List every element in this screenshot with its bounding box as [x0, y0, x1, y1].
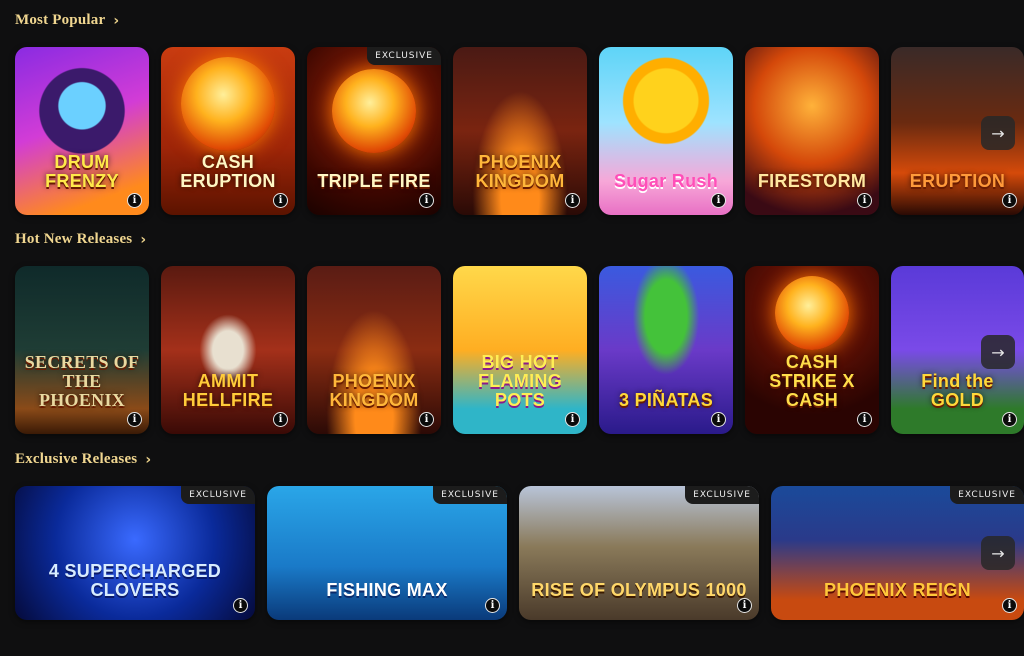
- section-title-exclusive-releases[interactable]: Exclusive Releases ›: [15, 451, 151, 468]
- info-icon[interactable]: i: [273, 193, 288, 208]
- game-title: PHOENIX REIGN: [824, 580, 971, 600]
- info-icon[interactable]: i: [1002, 598, 1017, 613]
- info-icon[interactable]: i: [419, 193, 434, 208]
- exclusive-badge: EXCLUSIVE: [367, 47, 441, 65]
- game-title: BIG HOT FLAMING POTS: [477, 352, 563, 410]
- game-title: 4 SUPERCHARGED CLOVERS: [48, 561, 222, 600]
- game-title: PHOENIX KINGDOM: [475, 152, 565, 191]
- game-title: TRIPLE FIRE: [317, 171, 431, 191]
- game-title: DRUM FRENZY: [45, 152, 119, 191]
- game-tile[interactable]: CASH ERUPTION i: [161, 47, 295, 215]
- game-tile[interactable]: BIG HOT FLAMING POTS i: [453, 266, 587, 434]
- scroll-right-arrow-icon[interactable]: →: [981, 335, 1015, 369]
- exclusive-badge: EXCLUSIVE: [181, 486, 255, 504]
- game-tile[interactable]: EXCLUSIVE TRIPLE FIRE i: [307, 47, 441, 215]
- info-icon[interactable]: i: [127, 193, 142, 208]
- game-tile[interactable]: Sugar Rush i: [599, 47, 733, 215]
- game-title: FISHING MAX: [326, 580, 448, 600]
- game-title: CASH ERUPTION: [180, 152, 276, 191]
- scroll-right-arrow-icon[interactable]: →: [981, 116, 1015, 150]
- game-tile[interactable]: EXCLUSIVE FISHING MAX i: [267, 486, 507, 620]
- game-tile[interactable]: SECRETS OF THE PHOENIX i: [15, 266, 149, 434]
- info-icon[interactable]: i: [857, 412, 872, 427]
- game-title: Sugar Rush: [613, 171, 718, 191]
- info-icon[interactable]: i: [419, 412, 434, 427]
- game-title: CASH STRIKE X CASH: [769, 352, 855, 410]
- game-tile[interactable]: PHOENIX KINGDOM i: [453, 47, 587, 215]
- info-icon[interactable]: i: [565, 412, 580, 427]
- game-tile[interactable]: CASH STRIKE X CASH i: [745, 266, 879, 434]
- chevron-right-icon: ›: [145, 451, 152, 468]
- scroll-right-arrow-icon[interactable]: →: [981, 536, 1015, 570]
- game-tile[interactable]: FIRESTORM i: [745, 47, 879, 215]
- game-tile[interactable]: DRUM FRENZY i: [15, 47, 149, 215]
- info-icon[interactable]: i: [565, 193, 580, 208]
- section-title-most-popular[interactable]: Most Popular ›: [15, 12, 119, 29]
- exclusive-badge: EXCLUSIVE: [685, 486, 759, 504]
- chevron-right-icon: ›: [113, 12, 120, 29]
- exclusive-badge: EXCLUSIVE: [950, 486, 1024, 504]
- section-title-hot-new-releases[interactable]: Hot New Releases ›: [15, 231, 146, 248]
- game-tile[interactable]: AMMIT HELLFIRE i: [161, 266, 295, 434]
- info-icon[interactable]: i: [233, 598, 248, 613]
- game-tile[interactable]: 3 PIÑATAS i: [599, 266, 733, 434]
- chevron-right-icon: ›: [140, 231, 147, 248]
- game-tile[interactable]: EXCLUSIVE RISE OF OLYMPUS 1000 i: [519, 486, 759, 620]
- game-title: Find the GOLD: [921, 371, 994, 410]
- info-icon[interactable]: i: [737, 598, 752, 613]
- section-title-label: Exclusive Releases: [15, 451, 138, 467]
- info-icon[interactable]: i: [857, 193, 872, 208]
- info-icon[interactable]: i: [485, 598, 500, 613]
- game-title: PHOENIX KINGDOM: [329, 371, 419, 410]
- info-icon[interactable]: i: [1002, 193, 1017, 208]
- section-title-label: Hot New Releases: [15, 231, 133, 247]
- info-icon[interactable]: i: [711, 412, 726, 427]
- game-title: AMMIT HELLFIRE: [182, 371, 274, 410]
- game-title: SECRETS OF THE PHOENIX: [24, 352, 140, 410]
- info-icon[interactable]: i: [1002, 412, 1017, 427]
- game-title: ERUPTION: [909, 171, 1006, 191]
- info-icon[interactable]: i: [273, 412, 288, 427]
- info-icon[interactable]: i: [711, 193, 726, 208]
- game-title: 3 PIÑATAS: [618, 390, 714, 410]
- section-title-label: Most Popular: [15, 12, 106, 28]
- game-tile[interactable]: EXCLUSIVE 4 SUPERCHARGED CLOVERS i: [15, 486, 255, 620]
- exclusive-badge: EXCLUSIVE: [433, 486, 507, 504]
- game-tile[interactable]: PHOENIX KINGDOM i: [307, 266, 441, 434]
- game-title: FIRESTORM: [757, 171, 867, 191]
- game-title: RISE OF OLYMPUS 1000: [531, 580, 747, 600]
- info-icon[interactable]: i: [127, 412, 142, 427]
